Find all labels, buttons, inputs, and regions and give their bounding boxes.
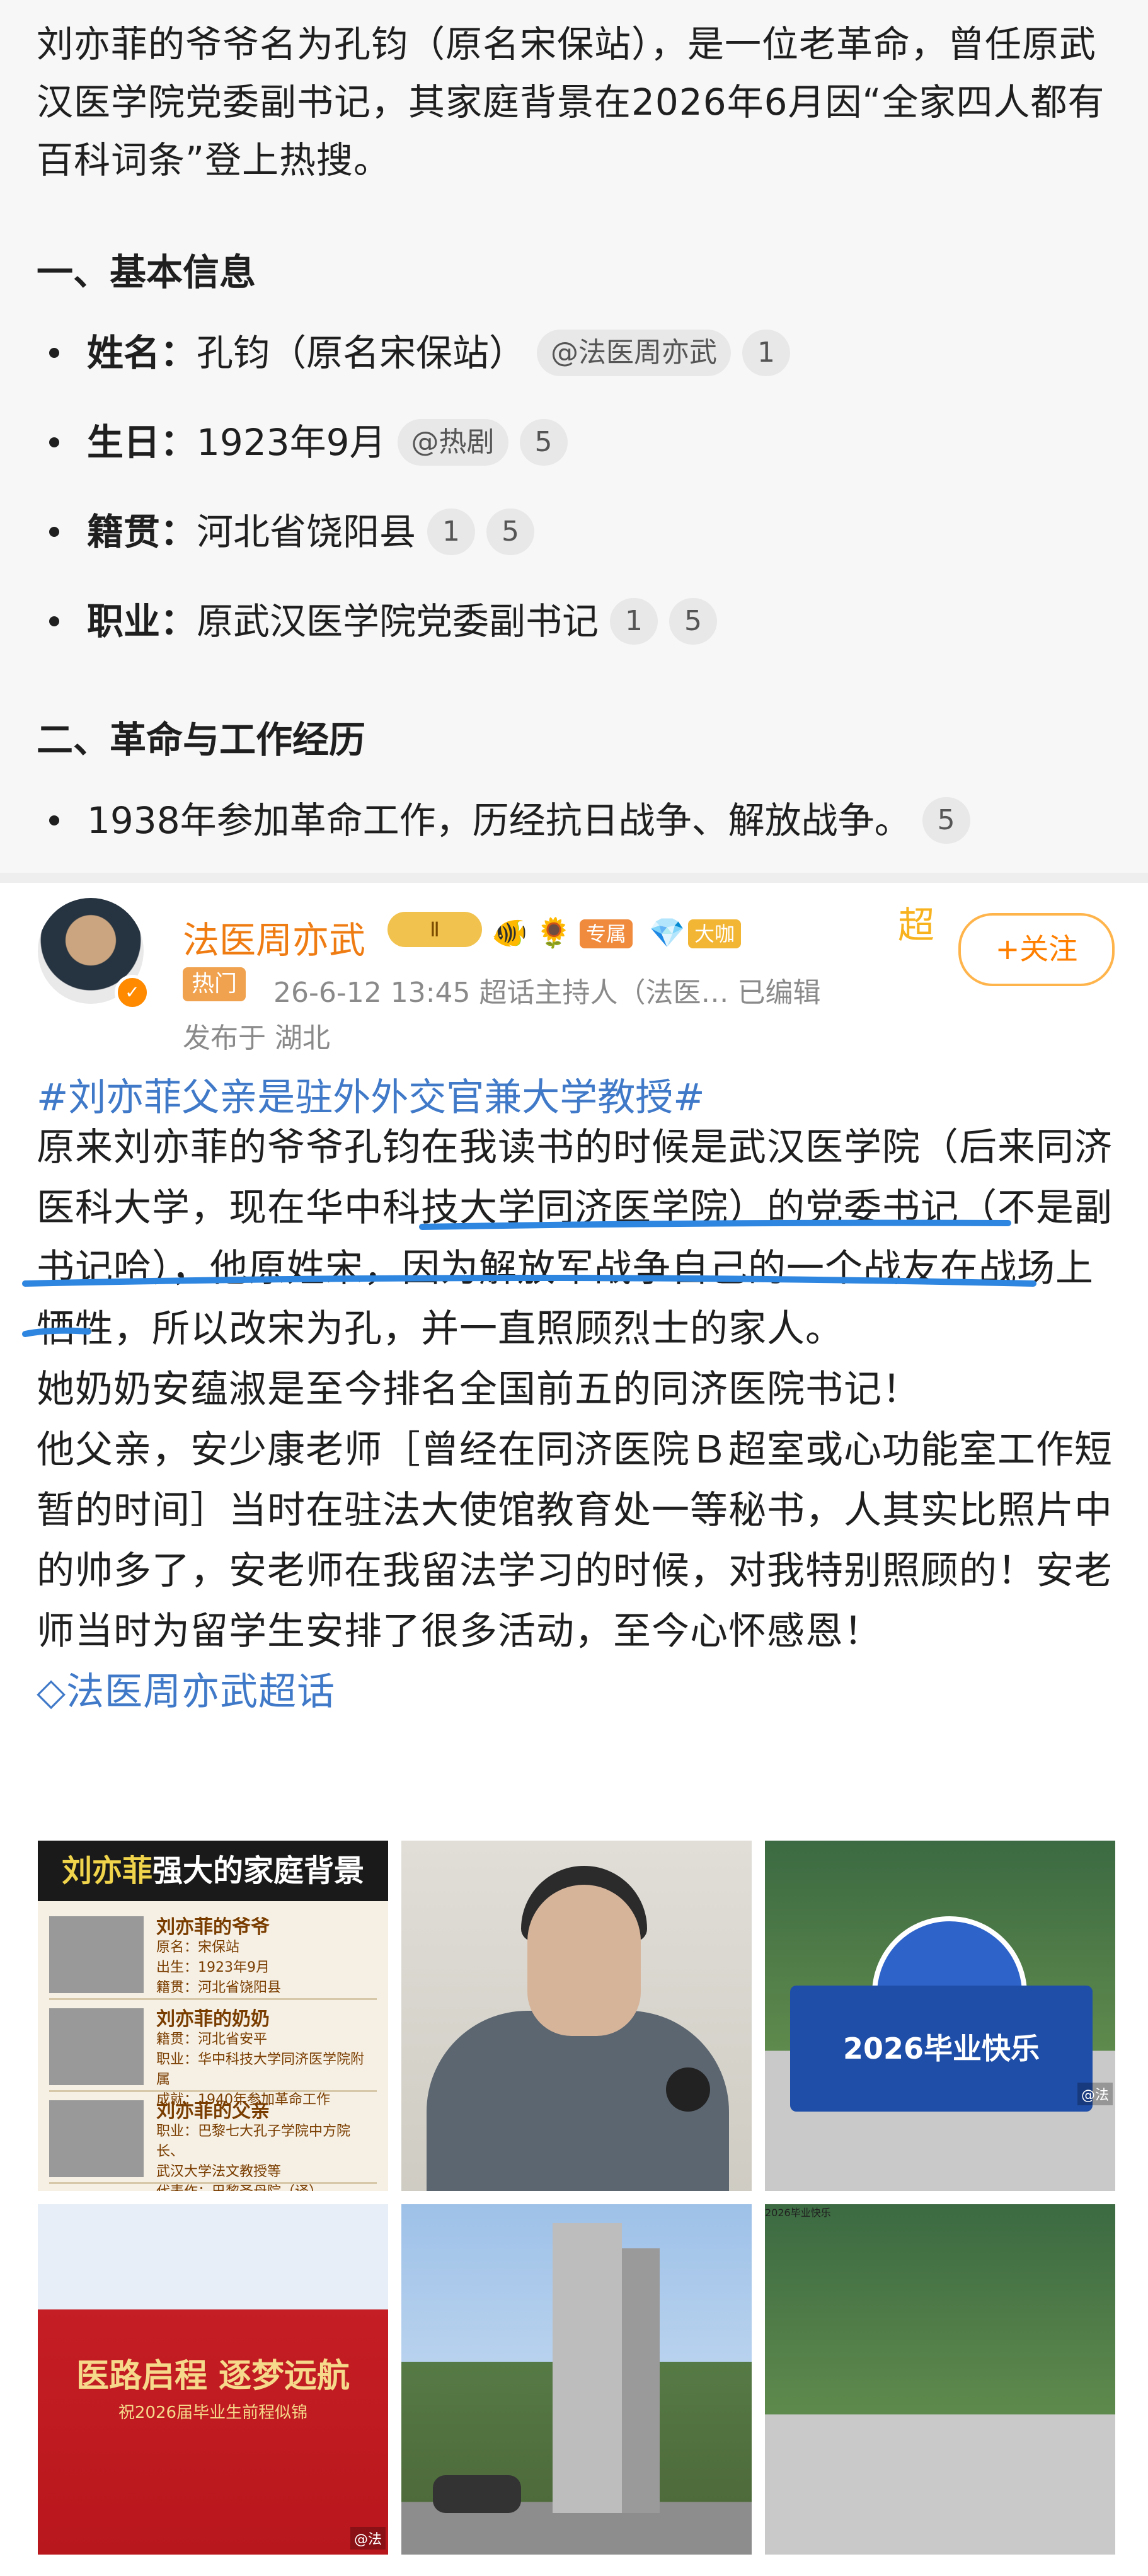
crown-badge-icon: Ⅱ [387, 912, 482, 947]
reference-chip[interactable]: 5 [922, 797, 970, 844]
watermark: @法 [350, 2527, 386, 2550]
username[interactable]: 法医周亦武 [183, 911, 365, 963]
reference-chip[interactable]: @法医周亦武 [537, 330, 732, 376]
bullet-icon [49, 527, 59, 537]
exclusive-tag: 专属 [580, 919, 633, 948]
list-item: 籍贯： 河北省饶阳县 1 5 [49, 507, 535, 557]
image-grid: 刘亦菲强大的家庭背景 刘亦菲的爷爷 原名：宋保站 出生：1923年9月 籍贯：河… [38, 1841, 1115, 2556]
article-summary: 刘亦菲的爷爷名为孔钧（原名宋保站），是一位老革命，曾任原武汉医学院党委副书记，其… [0, 0, 1148, 873]
list-item: 1938年参加革命工作，历经抗日战争、解放战争。 5 [49, 795, 970, 846]
microphone-icon [666, 2067, 710, 2112]
underline-annotation [22, 1219, 1036, 1337]
hot-badge: 热门 [183, 967, 246, 1001]
watermark: @法 [1077, 2083, 1113, 2105]
super-star-icon: 超 [898, 904, 935, 946]
section-title-experience: 二、革命与工作经历 [37, 718, 366, 761]
image-family-background[interactable]: 刘亦菲强大的家庭背景 刘亦菲的爷爷 原名：宋保站 出生：1923年9月 籍贯：河… [38, 1841, 388, 2191]
reference-chip[interactable]: 1 [427, 509, 476, 555]
bullet-icon [49, 616, 59, 626]
bigshot-tag: 大咖 [688, 919, 742, 948]
image-graduation-sign[interactable]: 2026毕业快乐 [765, 2204, 1115, 2555]
image-campus-monument[interactable] [401, 2204, 752, 2555]
reference-chip[interactable]: 1 [742, 330, 791, 376]
bullet-icon [49, 348, 59, 358]
post-meta: 26-6-12 13:45 超话主持人（法医… 已编辑 [273, 977, 821, 1009]
fish-icon: 🐠 [491, 916, 528, 950]
reference-chip[interactable]: 5 [519, 419, 568, 466]
verified-badge-icon: ✓ [115, 975, 150, 1010]
reference-chip[interactable]: 1 [610, 598, 658, 645]
list-item: 姓名： 孔钧（原名宋保站） @法医周亦武 1 [49, 328, 791, 378]
image-red-banner[interactable]: 医路启程 逐梦远航 祝2026届毕业生前程似锦 @法 [38, 2204, 388, 2555]
reference-chip[interactable]: 5 [486, 509, 535, 555]
list-item: 职业： 原武汉医学院党委副书记 1 5 [49, 596, 718, 647]
section-title-basic-info: 一、基本信息 [37, 251, 256, 294]
weibo-post: ✓ 法医周亦武 Ⅱ 🐠 🌻 专属 💎 大咖 超 +关注 热门 26-6-12 1… [0, 883, 1148, 2576]
diamond-icon: 💎 [649, 916, 686, 950]
sunflower-icon: 🌻 [536, 916, 572, 950]
reference-chip[interactable]: 5 [669, 598, 718, 645]
hashtag-link[interactable]: #刘亦菲父亲是驻外外交官兼大学教授# [37, 1067, 705, 1122]
post-location: 发布于 湖北 [183, 1022, 330, 1054]
follow-button[interactable]: +关注 [958, 913, 1115, 986]
supertopic-icon: ◇ [37, 1670, 67, 1714]
reference-chip[interactable]: @热剧 [397, 419, 508, 466]
supertopic-link[interactable]: ◇法医周亦武超话 [37, 1670, 335, 1714]
image-portrait[interactable] [401, 1841, 752, 2191]
image-graduation-sign[interactable]: 2026毕业快乐 @法 [765, 1841, 1115, 2191]
section-divider [0, 873, 1148, 883]
list-item: 生日： 1923年9月 @热剧 5 [49, 417, 568, 468]
intro-paragraph: 刘亦菲的爷爷名为孔钧（原名宋保站），是一位老革命，曾任原武汉医学院党委副书记，其… [37, 23, 1105, 181]
bullet-icon [49, 437, 59, 447]
bullet-icon [49, 815, 59, 825]
